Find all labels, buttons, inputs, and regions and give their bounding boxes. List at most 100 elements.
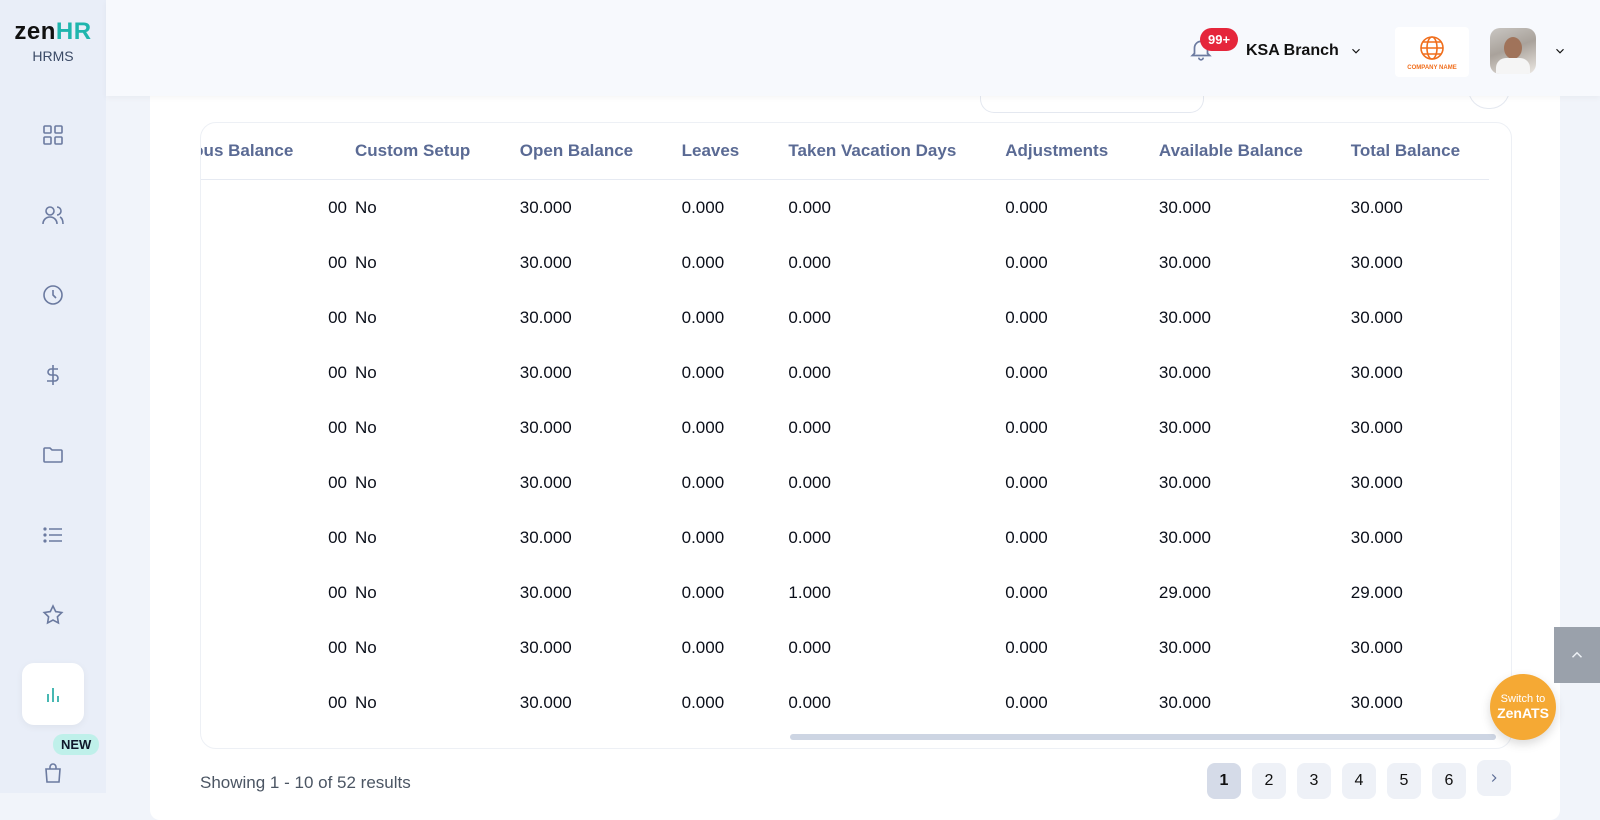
page-6-button[interactable]: 6: [1432, 763, 1466, 799]
table-cell: 0.000: [788, 637, 831, 657]
table-cell: 30.000: [1158, 197, 1211, 217]
sidebar-item-requests[interactable]: [22, 504, 84, 566]
sidebar-item-dashboard[interactable]: [22, 104, 84, 166]
table-cell: No: [354, 637, 377, 657]
logo-accent-text: HR: [55, 18, 92, 45]
table-row[interactable]: 00 No 30.000 0.000 0.000 0.000 30.000 30.000: [201, 400, 1489, 455]
sidebar-item-performance[interactable]: [22, 584, 84, 646]
sidebar-item-attendance[interactable]: [22, 264, 84, 326]
table-cell: 0.000: [788, 472, 831, 492]
table-cell: 00: [328, 527, 347, 547]
table-cell: 30.000: [1350, 527, 1403, 547]
sidebar: zenHR HRMS NEW: [0, 0, 106, 793]
horizontal-scrollbar[interactable]: [790, 734, 1496, 740]
table-row[interactable]: 00 No 30.000 0.000 0.000 0.000 30.000 30.000: [201, 620, 1489, 675]
clock-icon: [43, 285, 63, 305]
list-icon: [43, 527, 62, 543]
table-cell: No: [354, 197, 377, 217]
table-cell: 0.000: [788, 527, 831, 547]
table-cell: 30.000: [519, 582, 572, 602]
page-2-button[interactable]: 2: [1252, 763, 1286, 799]
col-previous-balance[interactable]: vious Balance: [201, 123, 355, 180]
table-cell: 0.000: [1005, 472, 1048, 492]
table-row[interactable]: 00 No 30.000 0.000 0.000 0.000 30.000 30.000: [201, 180, 1489, 236]
table-cell: 0.000: [681, 362, 725, 382]
table-cell: 00: [328, 582, 347, 602]
col-adjustments[interactable]: Adjustments: [1005, 123, 1159, 180]
page-1-button[interactable]: 1: [1207, 763, 1241, 799]
col-taken-vacation-days[interactable]: Taken Vacation Days: [788, 123, 1006, 180]
dashboard-grid-icon: [43, 125, 63, 145]
table-cell: 30.000: [1158, 527, 1211, 547]
sidebar-item-payroll[interactable]: [22, 344, 84, 406]
table-cell: 30.000: [519, 637, 572, 657]
table-cell: 30.000: [1158, 307, 1211, 327]
sidebar-item-documents[interactable]: [22, 424, 84, 486]
table-cell: 0.000: [1005, 527, 1048, 547]
table-cell: No: [354, 417, 377, 437]
table-header-row: vious Balance Custom Setup Open Balance …: [201, 123, 1489, 180]
next-page-button[interactable]: [1477, 760, 1511, 796]
sidebar-item-reports[interactable]: [22, 663, 84, 725]
table-row[interactable]: 00 No 30.000 0.000 1.000 0.000 29.000 29.000: [201, 565, 1489, 620]
page-4-button[interactable]: 4: [1342, 763, 1376, 799]
table-cell: 30.000: [519, 197, 572, 217]
table-cell: 0.000: [681, 527, 725, 547]
table-cell: 30.000: [519, 307, 572, 327]
table-cell: 30.000: [1350, 197, 1403, 217]
sidebar-item-employees[interactable]: [22, 184, 84, 246]
zenhr-logo[interactable]: zenHR HRMS: [0, 18, 106, 64]
table-cell: 0.000: [681, 197, 725, 217]
table-cell: 30.000: [1350, 637, 1403, 657]
table-cell: 0.000: [1005, 692, 1048, 712]
table-cell: 0.000: [681, 417, 725, 437]
col-leaves[interactable]: Leaves: [681, 123, 789, 180]
table-cell: 00: [328, 252, 347, 272]
table-cell: 0.000: [788, 197, 831, 217]
table-cell: 30.000: [1350, 362, 1403, 382]
table-cell: 0.000: [1005, 197, 1048, 217]
table-cell: 30.000: [1158, 637, 1211, 657]
table-cell: 0.000: [1005, 582, 1048, 602]
table-cell: 00: [328, 362, 347, 382]
table-row[interactable]: 00 No 30.000 0.000 0.000 0.000 30.000 30.000: [201, 345, 1489, 400]
table-cell: 00: [328, 472, 347, 492]
col-custom-setup[interactable]: Custom Setup: [354, 123, 520, 180]
back-to-top-button[interactable]: [1554, 627, 1600, 683]
table-cell: 30.000: [519, 417, 572, 437]
col-available-balance[interactable]: Available Balance: [1158, 123, 1351, 180]
globe-icon: [1420, 35, 1444, 60]
user-menu-chevron-icon[interactable]: [1553, 44, 1567, 58]
table-row[interactable]: 00 No 30.000 0.000 0.000 0.000 30.000 30.000: [201, 455, 1489, 510]
table-row[interactable]: 00 No 30.000 0.000 0.000 0.000 30.000 30.000: [201, 235, 1489, 290]
page-5-button[interactable]: 5: [1387, 763, 1421, 799]
switch-to-zenats-button[interactable]: Switch to ZenATS: [1490, 674, 1556, 740]
balance-table: vious Balance Custom Setup Open Balance …: [201, 123, 1489, 730]
table-cell: 0.000: [788, 252, 831, 272]
table-row[interactable]: 00 No 30.000 0.000 0.000 0.000 30.000 30.000: [201, 510, 1489, 565]
table-cell: No: [354, 692, 377, 712]
branch-selector[interactable]: KSA Branch: [1246, 42, 1339, 60]
table-cell: 0.000: [788, 692, 831, 712]
table-cell: 0.000: [681, 582, 725, 602]
table-cell: 0.000: [681, 692, 725, 712]
col-total-balance[interactable]: Total Balance: [1350, 123, 1489, 180]
sidebar-item-marketplace[interactable]: [22, 742, 84, 804]
logo-text: zen: [14, 18, 56, 45]
table-row[interactable]: 00 No 30.000 0.000 0.000 0.000 30.000 30.000: [201, 290, 1489, 345]
user-avatar[interactable]: [1490, 28, 1536, 74]
table-cell: 00: [328, 692, 347, 712]
table-cell: 30.000: [1350, 692, 1403, 712]
table-row[interactable]: 00 No 30.000 0.000 0.000 0.000 30.000 30.000: [201, 675, 1489, 730]
table-cell: 30.000: [1158, 472, 1211, 492]
chevron-right-icon: [1491, 774, 1497, 782]
switch-label: Switch to: [1500, 693, 1546, 705]
table-cell: No: [354, 252, 377, 272]
top-header: 99+ KSA Branch COMPANY NAME: [106, 0, 1600, 96]
table-cell: 0.000: [788, 307, 831, 327]
col-open-balance[interactable]: Open Balance: [519, 123, 682, 180]
table-cell: 1.000: [788, 582, 831, 602]
chevron-down-icon[interactable]: [1349, 44, 1363, 58]
page-3-button[interactable]: 3: [1297, 763, 1331, 799]
company-logo-text: COMPANY NAME: [1407, 64, 1457, 71]
